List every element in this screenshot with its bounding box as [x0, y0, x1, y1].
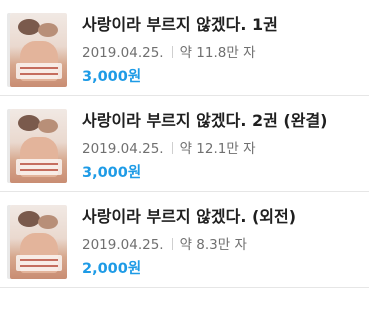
- meta-divider: [171, 238, 173, 250]
- book-price: 2,000원: [82, 261, 142, 277]
- book-meta: 2019.04.25. 약 12.1만 자: [82, 137, 256, 157]
- book-meta: 2019.04.25. 약 11.8만 자: [82, 41, 256, 61]
- book-meta: 2019.04.25. 약 8.3만 자: [82, 233, 247, 253]
- release-date: 2019.04.25.: [82, 45, 164, 61]
- list-item[interactable]: 사랑이라 부르지 않겠다. 2권 (완결) 2019.04.25. 약 12.1만…: [0, 96, 369, 192]
- book-title[interactable]: 사랑이라 부르지 않겠다. 2권 (완결): [82, 107, 327, 131]
- meta-divider: [171, 142, 173, 154]
- book-title[interactable]: 사랑이라 부르지 않겠다. 1권: [82, 11, 278, 35]
- book-cover[interactable]: [10, 13, 67, 87]
- book-cover[interactable]: [10, 205, 67, 279]
- book-length: 약 11.8만 자: [179, 45, 256, 61]
- book-price: 3,000원: [82, 69, 142, 85]
- release-date: 2019.04.25.: [82, 237, 164, 253]
- book-title[interactable]: 사랑이라 부르지 않겠다. (외전): [82, 203, 296, 227]
- book-volume-list: 사랑이라 부르지 않겠다. 1권 2019.04.25. 약 11.8만 자 3,…: [0, 0, 369, 288]
- release-date: 2019.04.25.: [82, 141, 164, 157]
- list-item[interactable]: 사랑이라 부르지 않겠다. (외전) 2019.04.25. 약 8.3만 자 2…: [0, 192, 369, 288]
- list-item[interactable]: 사랑이라 부르지 않겠다. 1권 2019.04.25. 약 11.8만 자 3,…: [0, 0, 369, 96]
- meta-divider: [171, 46, 173, 58]
- book-length: 약 8.3만 자: [179, 237, 247, 253]
- book-length: 약 12.1만 자: [179, 141, 256, 157]
- book-price: 3,000원: [82, 165, 142, 181]
- book-cover[interactable]: [10, 109, 67, 183]
